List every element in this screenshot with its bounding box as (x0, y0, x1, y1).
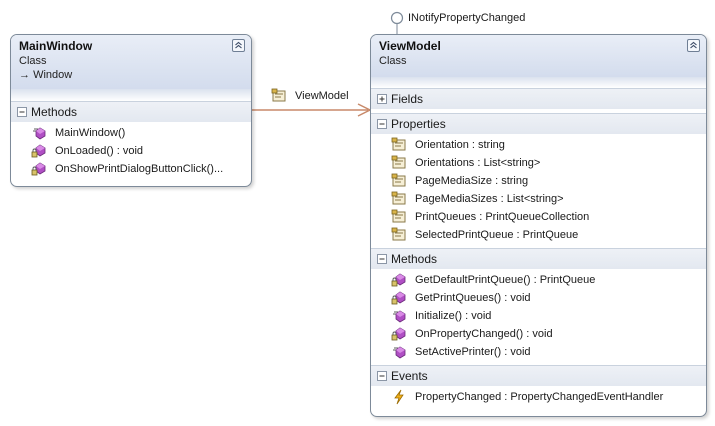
interface-lollipop-icon[interactable] (390, 11, 404, 25)
interface-label: INotifyPropertyChanged (408, 12, 526, 24)
mainwindow-base-label: Window (33, 69, 73, 81)
member-text: GetPrintQueues() : void (415, 292, 531, 304)
list-item[interactable]: MainWindow() (11, 124, 251, 142)
member-text: PrintQueues : PrintQueueCollection (415, 211, 590, 223)
expand-toggle-icon[interactable] (377, 94, 387, 104)
property-icon (391, 155, 407, 171)
list-item[interactable]: OnShowPrintDialogButtonClick()... (11, 160, 251, 178)
private-method-icon (391, 326, 407, 342)
collapse-icon[interactable] (687, 39, 700, 52)
collapse-toggle-icon[interactable] (377, 119, 387, 129)
section-methods-label: Methods (31, 105, 78, 119)
mainwindow-base: → Window (19, 68, 243, 82)
list-item[interactable]: PageMediaSize : string (371, 172, 706, 190)
member-text: SetActivePrinter() : void (415, 346, 531, 358)
member-text: PropertyChanged : PropertyChangedEventHa… (415, 391, 664, 403)
private-method-icon (391, 290, 407, 306)
property-icon (391, 137, 407, 153)
collapse-toggle-icon[interactable] (377, 254, 387, 264)
member-text: PageMediaSizes : List<string> (415, 193, 564, 205)
event-icon (391, 389, 407, 405)
list-item[interactable]: PrintQueues : PrintQueueCollection (371, 208, 706, 226)
viewmodel-events-list: PropertyChanged : PropertyChangedEventHa… (371, 386, 706, 406)
section-properties-label: Properties (391, 117, 446, 131)
list-item[interactable]: GetDefaultPrintQueue() : PrintQueue (371, 271, 706, 289)
list-item[interactable]: PropertyChanged : PropertyChangedEventHa… (371, 388, 706, 406)
private-method-icon (31, 143, 47, 159)
property-icon (391, 191, 407, 207)
section-methods[interactable]: Methods (11, 101, 251, 122)
mainwindow-kind: Class (19, 55, 47, 67)
viewmodel-properties-list: Orientation : string Orientations : List… (371, 134, 706, 244)
member-text: Initialize() : void (415, 310, 492, 322)
member-text: GetDefaultPrintQueue() : PrintQueue (415, 274, 596, 286)
method-icon (391, 308, 407, 324)
list-item[interactable]: Orientations : List<string> (371, 154, 706, 172)
mainwindow-title: MainWindow (19, 39, 93, 53)
list-item[interactable]: OnPropertyChanged() : void (371, 325, 706, 343)
mainwindow-methods-list: MainWindow() OnLoaded() : void OnShowPri… (11, 122, 251, 178)
section-events-label: Events (391, 369, 428, 383)
member-text: OnLoaded() : void (55, 145, 144, 157)
member-text: OnShowPrintDialogButtonClick()... (55, 163, 224, 175)
list-item[interactable]: Initialize() : void (371, 307, 706, 325)
member-text: PageMediaSize : string (415, 175, 529, 187)
member-text: MainWindow() (55, 127, 126, 139)
private-method-icon (31, 161, 47, 177)
member-text: OnPropertyChanged() : void (415, 328, 553, 340)
property-icon (391, 173, 407, 189)
collapse-icon[interactable] (232, 39, 245, 52)
inheritance-arrow-icon: → (19, 69, 30, 81)
member-text: SelectedPrintQueue : PrintQueue (415, 229, 579, 241)
section-methods-label: Methods (391, 252, 438, 266)
section-properties[interactable]: Properties (371, 113, 706, 134)
section-fields-label: Fields (391, 92, 424, 106)
list-item[interactable]: SelectedPrintQueue : PrintQueue (371, 226, 706, 244)
section-events[interactable]: Events (371, 365, 706, 386)
viewmodel-header: ViewModel Class (371, 35, 706, 77)
viewmodel-kind: Class (379, 55, 407, 67)
member-text: Orientations : List<string> (415, 157, 541, 169)
private-method-icon (391, 272, 407, 288)
list-item[interactable]: GetPrintQueues() : void (371, 289, 706, 307)
viewmodel-class-shape[interactable]: ViewModel Class Fields Properties Orient… (370, 34, 707, 417)
collapse-toggle-icon[interactable] (17, 107, 27, 117)
list-item[interactable]: PageMediaSizes : List<string> (371, 190, 706, 208)
association-property-icon (271, 88, 287, 104)
method-icon (31, 125, 47, 141)
association-label[interactable]: ViewModel (295, 89, 349, 103)
viewmodel-methods-list: GetDefaultPrintQueue() : PrintQueue GetP… (371, 269, 706, 361)
list-item[interactable]: SetActivePrinter() : void (371, 343, 706, 361)
mainwindow-class-shape[interactable]: MainWindow Class → Window Methods MainWi… (10, 34, 252, 187)
section-fields[interactable]: Fields (371, 88, 706, 109)
mainwindow-header: MainWindow Class → Window (11, 35, 251, 89)
list-item[interactable]: Orientation : string (371, 136, 706, 154)
collapse-toggle-icon[interactable] (377, 371, 387, 381)
property-icon (391, 209, 407, 225)
section-methods[interactable]: Methods (371, 248, 706, 269)
member-text: Orientation : string (415, 139, 505, 151)
list-item[interactable]: OnLoaded() : void (11, 142, 251, 160)
method-icon (391, 344, 407, 360)
viewmodel-title: ViewModel (379, 39, 441, 53)
property-icon (391, 227, 407, 243)
